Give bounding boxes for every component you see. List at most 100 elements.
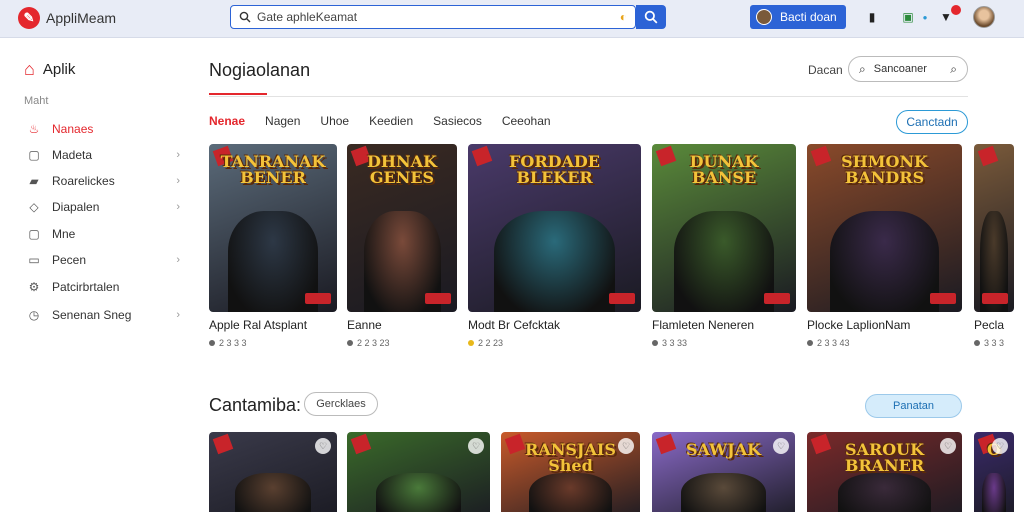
- game-cover-art: [974, 144, 1014, 312]
- game-cover-art: SAWJAK ♡: [652, 432, 795, 512]
- tab-4[interactable]: Sasiecos: [433, 114, 482, 128]
- game-logo-text: RANSJAIS Shed: [525, 440, 616, 475]
- tab-0[interactable]: Nenae: [209, 114, 245, 128]
- bookmark-icon[interactable]: ▮: [864, 9, 880, 25]
- sidebar-item-label: Pecen: [52, 253, 87, 267]
- game-title[interactable]: Modt Br Cefcktak: [468, 318, 560, 332]
- search-icon: ⌕: [859, 61, 866, 76]
- game-cover-art: ♡: [347, 432, 490, 512]
- character-figure: [528, 472, 613, 512]
- game-cover-art: FORDADE BLEKER: [468, 144, 641, 312]
- sidebar-item-1[interactable]: ▢ Madeta ›: [26, 145, 186, 165]
- sidebar-item-label: Mne: [52, 227, 76, 241]
- sidebar-item-4[interactable]: ▢ Mne: [26, 224, 186, 244]
- sidebar-item-label: Senenan Sneg: [52, 308, 132, 322]
- favorite-icon[interactable]: ♡: [618, 438, 634, 454]
- sidebar-item-2[interactable]: ▰ Roarelickes ›: [26, 171, 186, 191]
- box-icon: ▢: [28, 148, 40, 162]
- price-tag-icon: [930, 293, 956, 304]
- game-card[interactable]: ♡: [209, 432, 337, 512]
- game-card[interactable]: SHMONK BANDRS: [807, 144, 962, 312]
- action-button[interactable]: Canctadn: [896, 110, 968, 134]
- game-logo-text: FORDADE BLEKER: [509, 152, 600, 187]
- rating-text: 2 2 3 23: [357, 338, 390, 348]
- sidebar-item-0[interactable]: ♨ Nanaes: [26, 119, 186, 139]
- sidebar-item-3[interactable]: ◇ Diapalen ›: [26, 197, 186, 217]
- game-logo-text: SAROUK BRANER: [844, 440, 925, 475]
- game-card[interactable]: SAWJAK ♡: [652, 432, 795, 512]
- filter-chip[interactable]: Gercklaes: [304, 392, 378, 416]
- character-figure: [375, 472, 462, 512]
- game-card[interactable]: FORDADE BLEKER: [468, 144, 641, 312]
- game-title[interactable]: Flamleten Neneren: [652, 318, 754, 332]
- section-title: Cantamiba:: [209, 395, 302, 415]
- avatar: [756, 9, 772, 25]
- account-button[interactable]: Bacti doan: [750, 5, 846, 29]
- game-card[interactable]: TANRANAK BENER: [209, 144, 337, 312]
- game-cover-art: O♡: [974, 432, 1014, 512]
- star-icon: [974, 340, 980, 346]
- game-card[interactable]: DUNAK BANSE: [652, 144, 796, 312]
- game-card[interactable]: [974, 144, 1014, 312]
- sidebar-item-6[interactable]: ⚙ Patcirbrtalen: [26, 277, 186, 297]
- voice-icon[interactable]: ◐: [620, 10, 627, 24]
- gamepad-icon: ⚙: [28, 280, 40, 294]
- game-title[interactable]: Pecla: [974, 318, 1004, 332]
- status-icon: ●: [922, 12, 928, 22]
- game-card[interactable]: ♡: [347, 432, 490, 512]
- sidebar-item-7[interactable]: ◷ Senenan Sneg ›: [26, 305, 186, 325]
- game-cover-art: SHMONK BANDRS: [807, 144, 962, 312]
- favorite-icon[interactable]: ♡: [992, 438, 1008, 454]
- divider: [209, 96, 968, 97]
- account-button-label: Bacti doan: [780, 10, 837, 24]
- game-card[interactable]: RANSJAIS Shed ♡: [501, 432, 640, 512]
- ribbon-icon: [212, 433, 234, 455]
- sidebar-item-label: Diapalen: [52, 200, 100, 214]
- character-figure: [982, 472, 1006, 512]
- favorite-icon[interactable]: ♡: [940, 438, 956, 454]
- chevron-right-icon: ›: [176, 201, 180, 213]
- game-logo-text: SAWJAK: [685, 440, 762, 459]
- folder-icon: ▰: [29, 174, 39, 188]
- search-bar[interactable]: ◐: [230, 5, 636, 29]
- sidebar-home-label: Aplik: [42, 61, 76, 78]
- favorite-icon[interactable]: ♡: [773, 438, 789, 454]
- sidebar-home[interactable]: ⌂ Aplik: [24, 59, 75, 80]
- app-logo[interactable]: ✎ AppliMeam: [18, 7, 116, 29]
- game-card[interactable]: DHNAK GENES: [347, 144, 457, 312]
- rating-text: 3 3 33: [662, 338, 688, 348]
- tag-icon: ▭: [28, 253, 40, 267]
- game-title[interactable]: Eanne: [347, 318, 382, 332]
- flame-icon: ♨: [28, 122, 40, 136]
- top-bar: ✎ AppliMeam ◐ Bacti doan ▮ ▣ ● ▼: [0, 0, 1024, 38]
- tab-3[interactable]: Keedien: [369, 114, 413, 128]
- search-icon: ⌕: [950, 61, 957, 76]
- game-cover-art: RANSJAIS Shed ♡: [501, 432, 640, 512]
- game-card[interactable]: SAROUK BRANER ♡: [807, 432, 962, 512]
- search-button[interactable]: [636, 5, 666, 29]
- sidebar-item-5[interactable]: ▭ Pecen ›: [26, 250, 186, 270]
- sort-select[interactable]: ⌕ Sancoaner ⌕: [848, 56, 968, 82]
- price-tag-icon: [425, 293, 451, 304]
- user-avatar[interactable]: [973, 6, 995, 28]
- page-title: Nogiaolanan: [209, 60, 311, 80]
- photo-icon[interactable]: ▣: [900, 9, 916, 25]
- game-title[interactable]: Apple Ral Atsplant: [209, 318, 307, 332]
- price-tag-icon: [609, 293, 635, 304]
- favorite-icon[interactable]: ♡: [315, 438, 331, 454]
- search-input[interactable]: [257, 10, 607, 24]
- tab-1[interactable]: Nagen: [265, 114, 300, 128]
- character-figure: [838, 472, 931, 512]
- price-tag-icon: [982, 293, 1008, 304]
- chevron-right-icon: ›: [176, 309, 180, 321]
- star-icon: [468, 340, 474, 346]
- section-button[interactable]: Panatan: [865, 394, 962, 418]
- star-icon: [807, 340, 813, 346]
- favorite-icon[interactable]: ♡: [468, 438, 484, 454]
- sidebar-item-label: Nanaes: [52, 122, 94, 136]
- brand-icon: ✎: [18, 7, 40, 29]
- game-title[interactable]: Plocke LaplionNam: [807, 318, 910, 332]
- tab-5[interactable]: Ceeohan: [502, 114, 551, 128]
- game-card[interactable]: O♡: [974, 432, 1014, 512]
- tab-2[interactable]: Uhoe: [320, 114, 349, 128]
